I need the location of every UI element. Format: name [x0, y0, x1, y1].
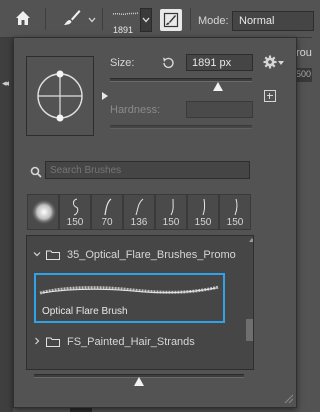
- recent-brush[interactable]: 150: [187, 194, 219, 230]
- toolbar-divider: [45, 8, 46, 30]
- chevron-right-icon[interactable]: [33, 337, 41, 345]
- new-preset-icon[interactable]: [264, 90, 276, 102]
- brush-tip-icon: [202, 198, 206, 216]
- toolbar-divider: [102, 8, 103, 30]
- size-slider-thumb[interactable]: [212, 82, 223, 91]
- brush-tip-icon: [170, 198, 174, 216]
- hardness-slider: [110, 125, 252, 129]
- brush-picker-toggle[interactable]: [140, 8, 152, 32]
- options-bar: 1891 Mode: Normal: [0, 0, 314, 38]
- recent-brush-soft-round[interactable]: [27, 194, 59, 230]
- list-scrollbar[interactable]: [246, 238, 253, 368]
- recent-brush-size: 136: [130, 217, 148, 228]
- brush-tool-icon[interactable]: [62, 8, 82, 28]
- mode-label: Mode:: [198, 15, 229, 27]
- folder-icon: [46, 337, 60, 347]
- recent-brush-size: 70: [101, 217, 113, 228]
- recent-brushes: 150 70 136 150 150 150: [27, 194, 253, 230]
- chevron-down-icon: [278, 61, 284, 65]
- scrollbar-thumb[interactable]: [246, 319, 253, 341]
- blend-mode-select[interactable]: Normal: [232, 11, 314, 31]
- tools-panel-edge: ◂◂: [0, 38, 13, 412]
- recent-brush[interactable]: 136: [123, 194, 155, 230]
- search-brushes-input[interactable]: [45, 161, 250, 179]
- brush-name: Optical Flare Brush: [42, 306, 128, 317]
- brush-group-name: 35_Optical_Flare_Brushes_Promo: [67, 249, 236, 261]
- caret-right-icon: [102, 92, 108, 100]
- gear-icon[interactable]: [263, 55, 277, 69]
- brush-stroke-preview: [39, 285, 220, 295]
- resize-grip-icon[interactable]: [282, 392, 294, 404]
- brush-tip-icon: [104, 198, 112, 216]
- brush-preset-list: 35_Optical_Flare_Brushes_Promo Optical F…: [26, 235, 254, 370]
- folder-icon: [46, 250, 60, 260]
- reset-size-icon[interactable]: [161, 56, 175, 70]
- recent-brush[interactable]: 70: [91, 194, 123, 230]
- scroll-up-icon[interactable]: [249, 238, 253, 242]
- recent-brush-size: 150: [226, 217, 244, 228]
- angle-roundness-icon: [37, 70, 83, 122]
- hardness-label: Hardness:: [110, 104, 161, 116]
- brush-tip-icon: [234, 198, 238, 216]
- brush-group-name: FS_Painted_Hair_Strands: [67, 336, 195, 348]
- hardness-input: [186, 101, 253, 118]
- brush-settings-toggle[interactable]: [160, 9, 182, 31]
- recent-brush[interactable]: 150: [219, 194, 251, 230]
- selected-brush-item[interactable]: Optical Flare Brush: [34, 273, 225, 323]
- recent-brush-size: 150: [66, 217, 84, 228]
- recent-brush[interactable]: 150: [155, 194, 187, 230]
- right-panel-label: rou: [296, 47, 312, 59]
- size-input[interactable]: 1891 px: [186, 54, 253, 71]
- recent-brush[interactable]: 150: [59, 194, 91, 230]
- recent-brush-size: 150: [194, 217, 212, 228]
- soft-round-brush-icon: [31, 199, 57, 225]
- chevron-down-icon[interactable]: [33, 250, 41, 258]
- size-label: Size:: [110, 57, 135, 69]
- brush-tip-icon: [73, 198, 79, 216]
- brush-tip-icon: [135, 198, 144, 216]
- preview-size-slider-thumb[interactable]: [134, 377, 144, 386]
- toolbar-divider: [190, 8, 191, 30]
- brush-group[interactable]: FS_Painted_Hair_Strands: [27, 331, 237, 353]
- collapse-panel-icon[interactable]: ◂◂: [2, 78, 9, 89]
- search-icon: [30, 166, 42, 178]
- brush-preset-picker: Size: 1891 px Hardness: Search Brushes 1…: [13, 37, 297, 408]
- size-slider[interactable]: [110, 78, 252, 82]
- recent-brush-size: 150: [162, 217, 180, 228]
- brush-angle-widget[interactable]: [26, 56, 94, 136]
- brush-group[interactable]: 35_Optical_Flare_Brushes_Promo: [27, 244, 237, 266]
- brush-size-readout: 1891: [113, 25, 134, 35]
- brush-settings-icon: [163, 12, 179, 28]
- chevron-down-icon[interactable]: [88, 17, 96, 23]
- home-icon[interactable]: [14, 9, 32, 27]
- chevron-down-icon: [142, 17, 150, 23]
